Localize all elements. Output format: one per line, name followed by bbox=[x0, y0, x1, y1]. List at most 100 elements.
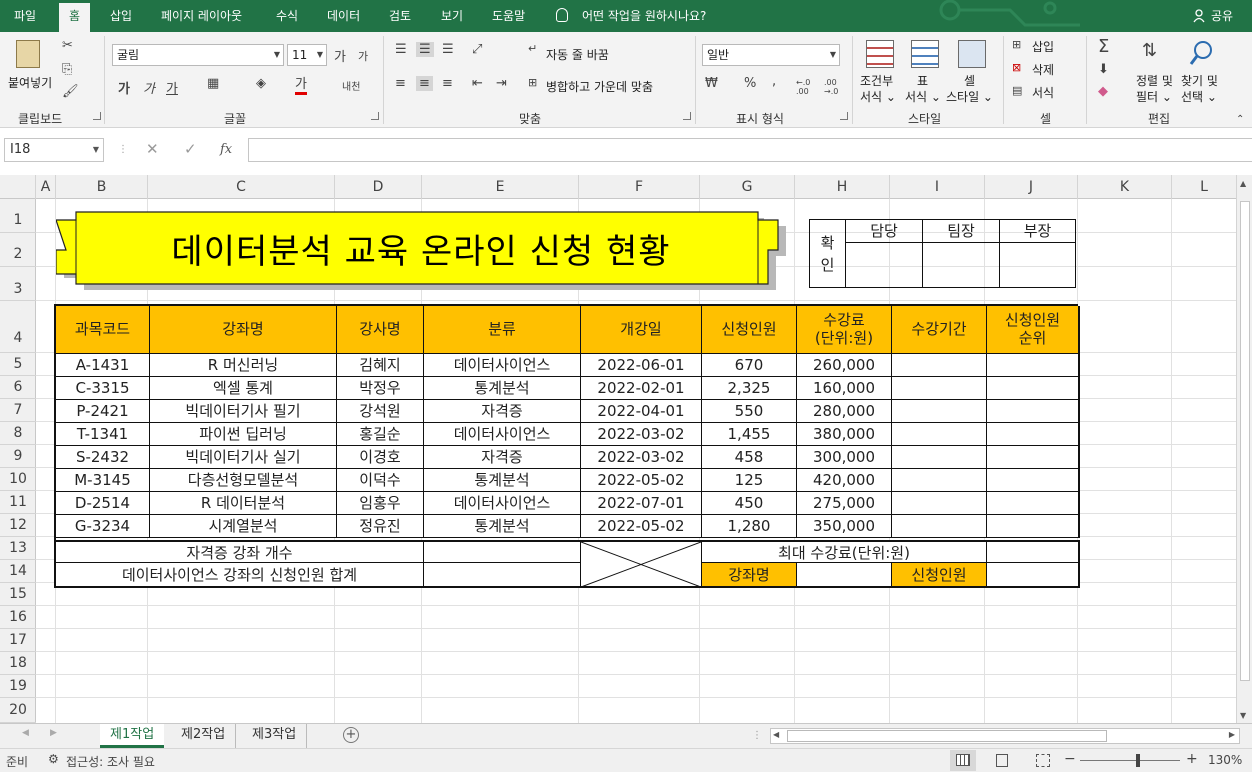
autosum-icon[interactable]: Σ bbox=[1098, 36, 1109, 57]
horizontal-scrollbar[interactable]: ◀ ▶ bbox=[770, 728, 1240, 744]
format-as-table-button[interactable]: 표 서식 ⌄ bbox=[905, 38, 951, 106]
fee-cell[interactable]: 420,000 bbox=[797, 469, 892, 492]
course-name-cell[interactable]: 엑셀 통계 bbox=[150, 377, 337, 400]
course-code-cell[interactable]: P-2421 bbox=[56, 400, 150, 423]
category-cell[interactable]: 자격증 bbox=[424, 400, 581, 423]
page-break-view-icon[interactable] bbox=[1036, 754, 1050, 767]
course-name-cell[interactable]: 파이썬 딥러닝 bbox=[150, 423, 337, 446]
zoom-level[interactable]: 130% bbox=[1208, 753, 1242, 767]
applicants-cell[interactable]: 1,280 bbox=[702, 515, 797, 538]
cancel-icon[interactable]: ✕ bbox=[146, 140, 159, 158]
collapse-ribbon-icon[interactable]: ⌃ bbox=[1236, 114, 1244, 125]
applicants-cell[interactable]: 550 bbox=[702, 400, 797, 423]
rank-cell[interactable] bbox=[987, 446, 1080, 469]
scroll-right-icon[interactable]: ▶ bbox=[1229, 730, 1235, 739]
tab-home[interactable]: 홈 bbox=[59, 3, 91, 32]
zoom-out-icon[interactable]: − bbox=[1064, 751, 1076, 767]
col-header-l[interactable]: L bbox=[1172, 175, 1236, 199]
course-code-cell[interactable]: A-1431 bbox=[56, 354, 150, 377]
instructor-cell[interactable]: 이경호 bbox=[337, 446, 424, 469]
cert-count-value[interactable] bbox=[424, 540, 581, 563]
col-header-d[interactable]: D bbox=[335, 175, 422, 199]
max-fee-value[interactable] bbox=[987, 540, 1080, 563]
borders-icon[interactable]: ▦ bbox=[207, 76, 219, 91]
row-header[interactable]: 18 bbox=[0, 652, 36, 675]
scroll-down-icon[interactable]: ▼ bbox=[1240, 711, 1246, 720]
align-left-icon[interactable]: ≡ bbox=[395, 76, 406, 91]
course-name-input[interactable] bbox=[797, 563, 892, 588]
scroll-thumb[interactable] bbox=[1240, 201, 1250, 681]
applicants-result[interactable] bbox=[987, 563, 1080, 588]
italic-button[interactable]: 가 bbox=[143, 78, 155, 97]
row-header[interactable]: 3 bbox=[0, 267, 36, 301]
rank-cell[interactable] bbox=[987, 377, 1080, 400]
col-header-k[interactable]: K bbox=[1078, 175, 1172, 199]
format-painter-icon[interactable]: 🖌 bbox=[62, 84, 79, 99]
col-header-g[interactable]: G bbox=[700, 175, 795, 199]
course-code-cell[interactable]: C-3315 bbox=[56, 377, 150, 400]
category-cell[interactable]: 통계분석 bbox=[424, 515, 581, 538]
approval-sign-3[interactable] bbox=[999, 242, 1076, 288]
applicants-cell[interactable]: 2,325 bbox=[702, 377, 797, 400]
h-scroll-thumb[interactable] bbox=[787, 730, 1107, 742]
instructor-cell[interactable]: 김혜지 bbox=[337, 354, 424, 377]
currency-icon[interactable]: ₩ bbox=[705, 76, 718, 91]
insert-cells-button[interactable]: 삽입 bbox=[1032, 38, 1054, 55]
row-header[interactable]: 13 bbox=[0, 537, 36, 560]
zoom-in-icon[interactable]: + bbox=[1186, 751, 1198, 767]
col-header-b[interactable]: B bbox=[56, 175, 148, 199]
duration-cell[interactable] bbox=[892, 377, 987, 400]
duration-cell[interactable] bbox=[892, 423, 987, 446]
wrap-text-button[interactable]: 자동 줄 바꿈 bbox=[546, 46, 609, 63]
fee-cell[interactable]: 260,000 bbox=[797, 354, 892, 377]
number-format-combo[interactable]: 일반 ▼ bbox=[702, 44, 840, 66]
category-cell[interactable]: 통계분석 bbox=[424, 377, 581, 400]
rank-cell[interactable] bbox=[987, 354, 1080, 377]
tab-insert[interactable]: 삽입 bbox=[110, 0, 132, 32]
increase-indent-icon[interactable]: ⇥ bbox=[496, 76, 507, 91]
instructor-cell[interactable]: 홍길순 bbox=[337, 423, 424, 446]
course-name-cell[interactable]: R 데이터분석 bbox=[150, 492, 337, 515]
course-code-cell[interactable]: M-3145 bbox=[56, 469, 150, 492]
copy-icon[interactable]: ⎘ bbox=[62, 62, 72, 77]
percent-button[interactable]: % bbox=[744, 76, 756, 91]
tab-page-layout[interactable]: 페이지 레이아웃 bbox=[161, 0, 242, 32]
cell-styles-button[interactable]: 셀 스타일 ⌄ bbox=[946, 38, 998, 106]
rank-cell[interactable] bbox=[987, 400, 1080, 423]
next-sheet-icon[interactable]: ▶ bbox=[50, 728, 57, 738]
approval-sign-2[interactable] bbox=[922, 242, 1000, 288]
increase-decimal-button[interactable]: ←.0 .00 bbox=[796, 78, 814, 96]
row-header[interactable]: 2 bbox=[0, 233, 36, 267]
instructor-cell[interactable]: 박정우 bbox=[337, 377, 424, 400]
align-top-icon[interactable]: ☰ bbox=[395, 42, 407, 57]
course-name-cell[interactable]: R 머신러닝 bbox=[150, 354, 337, 377]
duration-cell[interactable] bbox=[892, 354, 987, 377]
sheet-tab-2[interactable]: 제2작업 bbox=[171, 724, 237, 748]
scroll-up-icon[interactable]: ▲ bbox=[1240, 179, 1246, 188]
phonetic-button[interactable]: 내천 bbox=[342, 78, 360, 93]
col-header-c[interactable]: C bbox=[148, 175, 335, 199]
bold-button[interactable]: 가 bbox=[118, 78, 130, 97]
col-header-j[interactable]: J bbox=[985, 175, 1078, 199]
ds-sum-value[interactable] bbox=[424, 563, 581, 588]
find-select-button[interactable]: 찾기 및 선택 ⌄ bbox=[1181, 40, 1225, 106]
share-button[interactable]: 공유 bbox=[1211, 0, 1233, 32]
instructor-cell[interactable]: 정유진 bbox=[337, 515, 424, 538]
tab-file[interactable]: 파일 bbox=[14, 0, 36, 32]
font-size-combo[interactable]: 11 ▼ bbox=[287, 44, 327, 66]
delete-cells-button[interactable]: 삭제 bbox=[1032, 61, 1054, 78]
tab-help[interactable]: 도움말 bbox=[492, 0, 525, 32]
align-bottom-icon[interactable]: ☰ bbox=[442, 42, 454, 57]
vertical-scrollbar[interactable]: ▲ ▼ bbox=[1236, 175, 1252, 723]
shrink-font-button[interactable]: 가 bbox=[358, 48, 368, 64]
title-banner[interactable]: 데이터분석 교육 온라인 신청 현황 bbox=[56, 210, 792, 294]
course-name-cell[interactable]: 빅데이터기사 필기 bbox=[150, 400, 337, 423]
font-launcher-icon[interactable] bbox=[371, 112, 379, 120]
cut-icon[interactable]: ✂ bbox=[62, 38, 73, 53]
row-header[interactable]: 7 bbox=[0, 399, 36, 422]
formula-input[interactable] bbox=[248, 138, 1252, 162]
start-date-cell[interactable]: 2022-05-02 bbox=[581, 515, 702, 538]
fee-cell[interactable]: 300,000 bbox=[797, 446, 892, 469]
course-name-cell[interactable]: 빅데이터기사 실기 bbox=[150, 446, 337, 469]
row-header[interactable]: 10 bbox=[0, 468, 36, 491]
